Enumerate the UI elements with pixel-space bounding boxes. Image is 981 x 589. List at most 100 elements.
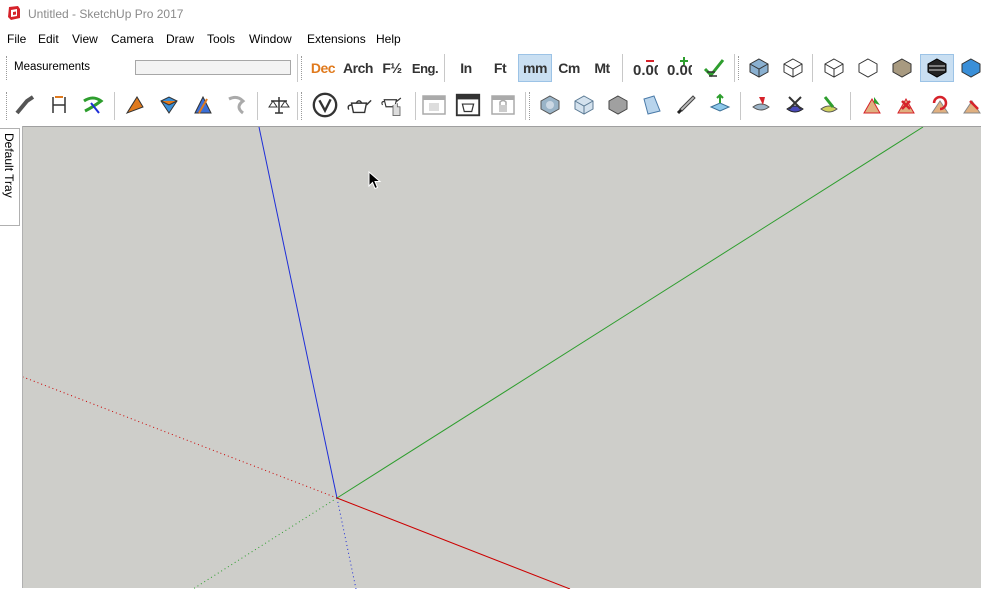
sandbox-drape-button[interactable] [189, 91, 217, 119]
frame-teapot-icon [455, 93, 481, 117]
fur-arrow-icon [863, 97, 881, 114]
sandbox-stamp-button[interactable] [155, 91, 183, 119]
default-tray-panel: Default Tray [0, 126, 23, 588]
default-tray-tab[interactable]: Default Tray [0, 128, 20, 226]
units-fractional-button[interactable]: F½ [376, 54, 408, 82]
menu-tools[interactable]: Tools [207, 32, 235, 46]
vray-reload-button[interactable] [926, 91, 954, 119]
toolbar-separator [850, 92, 851, 120]
menu-bar: File Edit View Camera Draw Tools Window … [0, 28, 981, 50]
sandbox-flip-edge-button[interactable] [223, 91, 251, 119]
toolbar-separator [812, 54, 813, 82]
toolbar-separator [740, 92, 741, 120]
move-path-button[interactable] [79, 91, 107, 119]
menu-help[interactable]: Help [376, 32, 401, 46]
menu-file[interactable]: File [7, 32, 26, 46]
sandbox-smoove-button[interactable] [121, 91, 149, 119]
interactive-render-button[interactable] [379, 91, 407, 119]
default-tray-label: Default Tray [2, 133, 16, 198]
units-meters-button[interactable]: Mt [587, 54, 617, 82]
render-teapot-button[interactable] [345, 91, 373, 119]
shaded-style-button[interactable] [888, 54, 916, 82]
toolbar-grip[interactable] [301, 56, 304, 80]
vray-light-ies-button[interactable] [672, 91, 700, 119]
toolbar-separator [525, 92, 526, 120]
flip-edge-icon [228, 95, 246, 115]
units-engineering-button[interactable]: Eng. [409, 54, 441, 82]
vray-light-rect-button[interactable] [570, 91, 598, 119]
cube-solid-icon [608, 95, 628, 115]
apply-units-button[interactable] [700, 54, 728, 82]
checkmark-icon [703, 59, 725, 78]
vray-infinite-plane-button[interactable] [747, 91, 775, 119]
mouse-cursor-icon [368, 171, 382, 190]
top-view-button[interactable] [779, 54, 807, 82]
toolbar-separator [622, 54, 623, 82]
teapot-hand-icon [381, 97, 402, 116]
toolbar-row-2 [0, 86, 981, 126]
vray-scene-button[interactable] [958, 91, 981, 119]
toolbar-separator [257, 92, 258, 120]
units-centimeters-button[interactable]: Cm [554, 54, 584, 82]
units-feet-button[interactable]: Ft [485, 54, 515, 82]
vray-light-spot-button[interactable] [638, 91, 666, 119]
toolbar-separator [415, 92, 416, 120]
units-inches-button[interactable]: In [451, 54, 481, 82]
top-view-icon [783, 58, 803, 78]
sword-icon [676, 95, 696, 115]
units-decimal-button[interactable]: Dec [306, 54, 340, 82]
monochrome-style-button[interactable] [920, 54, 954, 82]
toolbar-grip[interactable] [529, 92, 532, 120]
measurements-input[interactable] [135, 60, 291, 75]
red-pin-icon [752, 97, 770, 111]
shaded-style-icon [892, 58, 912, 78]
precision-increase-button[interactable]: 0.00 [664, 54, 692, 82]
vray-button[interactable] [311, 91, 339, 119]
vray-mesh-clipper-button[interactable] [892, 91, 920, 119]
follow-me-button[interactable] [11, 91, 39, 119]
cube-gray-icon [540, 95, 560, 115]
hidden-line-style-button[interactable] [854, 54, 882, 82]
toolbar-separator [297, 92, 298, 120]
scale-balance-button[interactable] [265, 91, 293, 119]
vray-proxy-import-button[interactable] [815, 91, 843, 119]
toolbar-grip[interactable] [301, 92, 304, 120]
toolbar-separator [297, 54, 298, 82]
shaded-textures-style-button[interactable] [957, 54, 981, 82]
frame-buffer-teapot-button[interactable] [454, 91, 482, 119]
toolbar-row-1: Measurements Dec Arch F½ Eng. In Ft mm C… [0, 50, 981, 86]
dimension-button[interactable] [45, 91, 73, 119]
xray-style-button[interactable] [820, 54, 848, 82]
lock-camera-button[interactable] [489, 91, 517, 119]
menu-view[interactable]: View [72, 32, 98, 46]
units-millimeters-button[interactable]: mm [518, 54, 552, 82]
units-architectural-button[interactable]: Arch [341, 54, 375, 82]
frame-window-icon [422, 95, 446, 115]
menu-draw[interactable]: Draw [166, 32, 194, 46]
smoove-icon [125, 96, 144, 114]
precision-decrease-button[interactable]: 0.00 [630, 54, 658, 82]
toolbar-grip[interactable] [738, 56, 741, 80]
frame-buffer-button[interactable] [420, 91, 448, 119]
precision-increase-text: 0.00 [667, 62, 692, 79]
vray-light-mesh-button[interactable] [706, 91, 734, 119]
green-axis-positive [336, 127, 924, 499]
hidden-line-icon [858, 58, 878, 78]
vray-fur-button[interactable] [858, 91, 886, 119]
menu-extensions[interactable]: Extensions [307, 32, 366, 46]
measurements-label: Measurements [14, 61, 91, 73]
drawing-viewport[interactable] [23, 126, 981, 589]
menu-camera[interactable]: Camera [111, 32, 154, 46]
vray-light-sphere-button[interactable] [604, 91, 632, 119]
export-arrow-icon [786, 96, 804, 113]
balance-scale-icon [268, 97, 290, 114]
menu-window[interactable]: Window [249, 32, 292, 46]
toolbar-grip[interactable] [6, 92, 9, 120]
menu-edit[interactable]: Edit [38, 32, 59, 46]
red-axis-negative [23, 376, 338, 499]
stamp-icon [160, 96, 178, 114]
vray-light-omni-button[interactable] [536, 91, 564, 119]
vray-proxy-export-button[interactable] [781, 91, 809, 119]
iso-view-button[interactable] [745, 54, 773, 82]
toolbar-grip[interactable] [6, 56, 9, 80]
